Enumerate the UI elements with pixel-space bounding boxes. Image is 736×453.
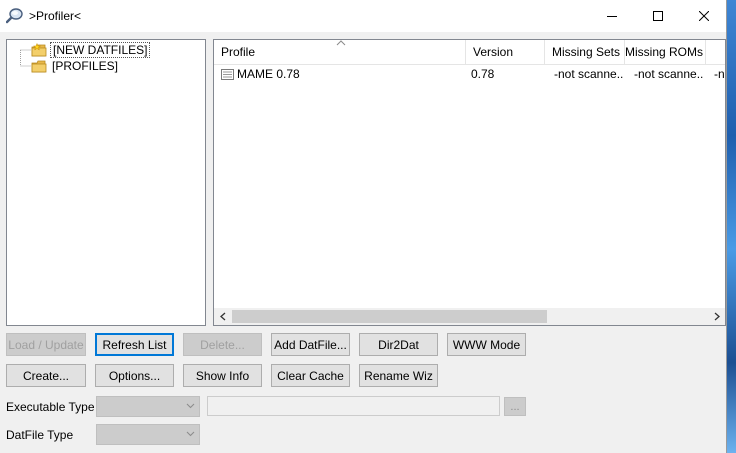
chevron-down-icon xyxy=(186,431,195,437)
maximize-button[interactable] xyxy=(635,0,681,32)
chevron-left-icon xyxy=(219,312,225,321)
rename-wiz-button[interactable]: Rename Wiz xyxy=(359,364,438,387)
create-button[interactable]: Create... xyxy=(6,364,86,387)
close-icon xyxy=(699,11,709,21)
horizontal-scrollbar[interactable] xyxy=(214,308,725,325)
minimize-button[interactable] xyxy=(589,0,635,32)
column-header-version[interactable]: Version xyxy=(466,40,545,64)
minimize-icon xyxy=(607,16,617,17)
www-mode-button[interactable]: WWW Mode xyxy=(447,333,526,356)
executable-type-label: Executable Type xyxy=(6,400,95,414)
cell-profile: MAME 0.78 xyxy=(237,67,300,81)
column-header-missing-roms[interactable]: Missing ROMs xyxy=(625,40,706,64)
load-update-button[interactable]: Load / Update xyxy=(6,333,86,356)
column-header-missing-sets[interactable]: Missing Sets xyxy=(545,40,625,64)
list-header: Profile Version Missing Sets Missing ROM… xyxy=(214,40,725,65)
window-title: >Profiler< xyxy=(29,9,82,23)
magnifier-icon xyxy=(5,8,24,24)
chevron-down-icon xyxy=(186,403,195,409)
column-header-label: Version xyxy=(473,45,514,59)
cell-missing-sets: -not scanne... xyxy=(554,67,624,81)
tree-item-label: [PROFILES] xyxy=(52,59,119,73)
document-icon xyxy=(221,67,234,85)
title-bar: >Profiler< xyxy=(0,0,726,32)
scrollbar-thumb[interactable] xyxy=(232,310,547,323)
options-button[interactable]: Options... xyxy=(95,364,174,387)
executable-path-input[interactable] xyxy=(207,396,500,416)
cell-more: -n xyxy=(714,67,725,81)
clear-cache-button[interactable]: Clear Cache xyxy=(271,364,350,387)
add-datfile-button[interactable]: Add DatFile... xyxy=(271,333,350,356)
refresh-list-button[interactable]: Refresh List xyxy=(95,333,174,356)
desktop-background xyxy=(727,0,736,453)
cell-version: 0.78 xyxy=(471,67,495,81)
datfile-type-label: DatFile Type xyxy=(6,428,74,442)
cell-missing-roms: -not scanne... xyxy=(634,67,704,81)
delete-button[interactable]: Delete... xyxy=(183,333,262,356)
profiler-window: >Profiler< [NEW DATFILES] [PROFILES] Pro… xyxy=(0,0,727,453)
scroll-left-button[interactable] xyxy=(214,308,231,325)
scroll-right-button[interactable] xyxy=(708,308,725,325)
column-header-label: Profile xyxy=(221,45,256,59)
sort-ascending-icon xyxy=(336,40,346,46)
tree-item-label: [NEW DATFILES] xyxy=(50,42,151,58)
column-header-label: Missing ROMs xyxy=(625,45,704,59)
dir2dat-button[interactable]: Dir2Dat xyxy=(359,333,438,356)
executable-type-select[interactable] xyxy=(96,396,200,417)
maximize-icon xyxy=(653,11,663,21)
column-header-label: Missing Sets xyxy=(551,45,620,59)
table-row[interactable]: MAME 0.78 0.78 -not scanne... -not scann… xyxy=(214,65,725,85)
show-info-button[interactable]: Show Info xyxy=(183,364,262,387)
profile-list[interactable]: Profile Version Missing Sets Missing ROM… xyxy=(213,39,726,326)
browse-button[interactable]: ... xyxy=(504,397,526,416)
datfile-type-select[interactable] xyxy=(96,424,200,445)
datfile-tree[interactable]: [NEW DATFILES] [PROFILES] xyxy=(6,39,206,326)
chevron-right-icon xyxy=(714,312,720,321)
column-header-more[interactable]: Mi xyxy=(706,40,725,64)
column-header-profile[interactable]: Profile xyxy=(214,40,466,64)
folder-icon xyxy=(31,59,47,78)
close-button[interactable] xyxy=(681,0,726,32)
